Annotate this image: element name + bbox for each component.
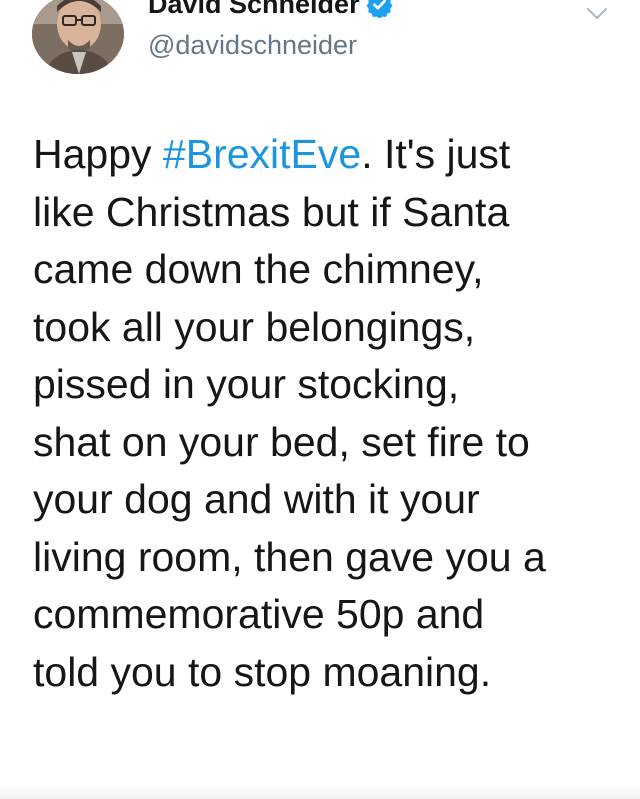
tweet-text: Happy #BrexitEve. It's just like Christm…: [33, 126, 623, 701]
display-name[interactable]: David Schneider: [148, 0, 360, 20]
avatar-portrait-icon: [32, 0, 124, 74]
tweet-text-prefix: Happy: [33, 131, 163, 177]
tweet-card: David Schneider @davidschneider Happy #B…: [0, 0, 640, 799]
tweet-text-suffix: . It's just like Christmas but if Santa …: [33, 131, 546, 695]
hashtag-link[interactable]: #BrexitEve: [163, 131, 361, 177]
card-bottom-edge: [0, 785, 640, 799]
user-handle[interactable]: @davidschneider: [148, 30, 357, 61]
verified-badge-icon: [366, 0, 393, 19]
chevron-down-icon[interactable]: [584, 0, 610, 26]
author-name-row[interactable]: David Schneider: [148, 0, 393, 22]
avatar[interactable]: [32, 0, 124, 74]
